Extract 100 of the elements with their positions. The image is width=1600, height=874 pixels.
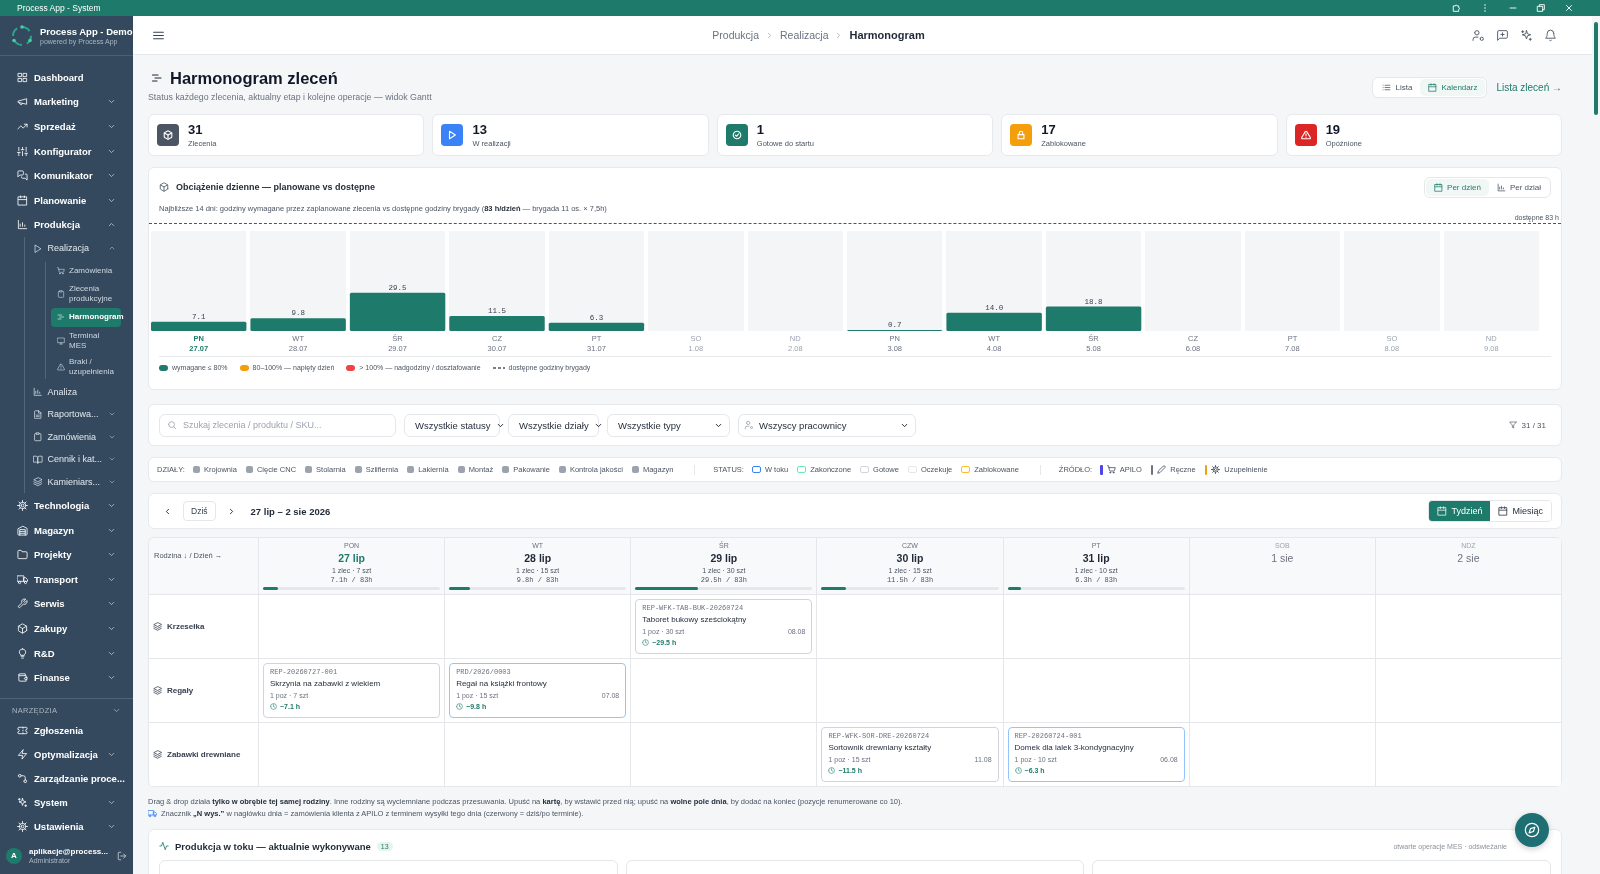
folder-icon [17, 549, 28, 561]
layers-icon [153, 622, 162, 631]
sparkle-icon [17, 796, 28, 808]
orders-list-link[interactable]: Lista zleceń → [1496, 82, 1562, 93]
swatch-icon [245, 466, 253, 473]
nav-item[interactable]: Technologia [0, 493, 133, 518]
gear-icon [1211, 465, 1221, 474]
gear-icon [17, 820, 28, 832]
view-tab[interactable]: Tydzień [1429, 501, 1491, 521]
stat-value: 13 [472, 122, 488, 137]
megaphone-icon [17, 96, 28, 108]
calendar-icon [1434, 182, 1444, 192]
nav-item[interactable]: Terminal MES [51, 328, 121, 353]
view-tab[interactable]: Kalendarz [1420, 79, 1486, 96]
nav-item[interactable]: Produkcja [0, 212, 133, 238]
bell-icon[interactable] [1544, 28, 1557, 42]
view-tab[interactable]: Lista [1374, 79, 1421, 96]
logout-icon[interactable] [117, 850, 127, 861]
ticket-icon [17, 725, 28, 737]
filter-select[interactable]: Wszyscy pracownicy [738, 413, 916, 437]
nav-item[interactable]: R&D [0, 640, 133, 666]
family-label: Regały [167, 686, 194, 695]
filter-select[interactable]: Wszystkie typy [607, 413, 730, 437]
today-button[interactable]: Dziś [183, 501, 216, 521]
user-icon [744, 420, 754, 430]
gantt-icon [151, 72, 163, 84]
nav-item[interactable]: Harmonogram [51, 308, 121, 327]
nav-item[interactable]: Dashboard [0, 65, 133, 90]
app-name: Process App - Demo [40, 26, 133, 37]
nav-item[interactable]: Realizacja [25, 237, 133, 260]
calendar-icon [1428, 83, 1438, 92]
scrollbar[interactable] [1594, 22, 1598, 115]
cart-icon [1106, 465, 1116, 474]
nav-item[interactable]: System [0, 790, 133, 815]
bar-chart-icon [33, 387, 43, 397]
cart-icon [57, 266, 65, 275]
order-title: Skrzynia na zabawki z wiekiem [270, 679, 382, 689]
mode-tab[interactable]: Per dział [1488, 178, 1549, 196]
nav-item[interactable]: Sprzedaż [0, 114, 133, 139]
puzzle-icon[interactable] [1452, 3, 1462, 13]
nav-item[interactable]: Zgłoszenia [0, 719, 133, 743]
nav-item[interactable]: Analiza [25, 380, 133, 404]
nav-item[interactable]: Magazyn [0, 517, 133, 543]
filter-select[interactable]: Wszystkie działy [508, 413, 599, 437]
avatar: A [6, 847, 22, 864]
warning-icon [57, 362, 65, 371]
play-icon [33, 243, 43, 254]
swatch-icon [354, 466, 362, 473]
logo-icon [10, 23, 34, 48]
nav-item[interactable]: Zlecenia produkcyjne [51, 282, 121, 307]
page-title: Harmonogram zleceń [170, 68, 338, 88]
day-date: 31 lip [1082, 551, 1110, 565]
day-date: 29 lip [710, 551, 738, 565]
breadcrumb-link[interactable]: Realizacja [780, 29, 829, 41]
day-date: 2 sie [1457, 551, 1480, 565]
nav-item[interactable]: Marketing [0, 89, 133, 115]
nav-item[interactable]: Konfigurator [0, 138, 133, 164]
nav-item[interactable]: Optymalizacja [0, 742, 133, 767]
chat-plus-icon[interactable] [1496, 28, 1509, 42]
layers-icon [33, 477, 43, 487]
sparkle-icon[interactable] [1520, 28, 1533, 42]
breadcrumb-link[interactable]: Produkcja [712, 29, 760, 41]
cube-icon [17, 622, 28, 634]
swatch-icon [502, 466, 510, 473]
nav-item[interactable]: Serwis [0, 591, 133, 617]
nav-item[interactable]: Kamieniars... [25, 470, 133, 494]
page-subtitle: Status każdego zlecenia, aktualny etap i kolejne operacje — widok Gantt [148, 92, 432, 102]
calendar-icon [1498, 506, 1509, 516]
date-range: 27 lip – 2 sie 2026 [250, 505, 331, 517]
nav-item[interactable]: Transport [0, 566, 133, 592]
restore-icon[interactable] [1536, 3, 1546, 13]
search-field[interactable]: Szukaj zlecenia / produktu / SKU... [159, 413, 396, 437]
swatch-icon [305, 466, 313, 473]
navigation-button[interactable] [1515, 813, 1549, 847]
nav-item[interactable]: Raportowa... [25, 403, 133, 426]
nav-item[interactable]: Braki / uzupełnienia [51, 354, 121, 379]
user-settings-icon[interactable] [1472, 28, 1485, 42]
mode-tab[interactable]: Per dzień [1426, 178, 1489, 196]
nav-item[interactable]: Finanse [0, 665, 133, 690]
nav-item[interactable]: Ustawienia [0, 814, 133, 838]
window-title: Process App - System [17, 3, 101, 13]
nav-item[interactable]: Komunikator [0, 163, 133, 188]
nav-item[interactable]: Zamówienia [25, 425, 133, 449]
breadcrumb-link[interactable]: Harmonogram [849, 29, 925, 41]
panel-title: Obciążenie dzienne — planowane vs dostępne [176, 182, 376, 192]
nav-item[interactable]: Zarządzanie proce... [0, 766, 133, 791]
day-date: 1 sie [1271, 551, 1294, 565]
day-date: 27 lip [338, 551, 365, 565]
nav-item[interactable]: Zamówienia [51, 261, 121, 281]
bar-chart-icon [17, 219, 28, 231]
nav-item[interactable]: Cennik i kat... [25, 448, 133, 471]
activity-icon [159, 841, 169, 851]
nav-item[interactable]: Projekty [0, 542, 133, 567]
nav-item[interactable]: Planowanie [0, 187, 133, 213]
close-icon[interactable] [1564, 3, 1574, 13]
trend-icon [17, 121, 28, 132]
clock-icon [828, 767, 836, 774]
nav-item[interactable]: Zakupy [0, 616, 133, 641]
clock-icon [456, 703, 464, 710]
truck-icon [17, 573, 28, 585]
